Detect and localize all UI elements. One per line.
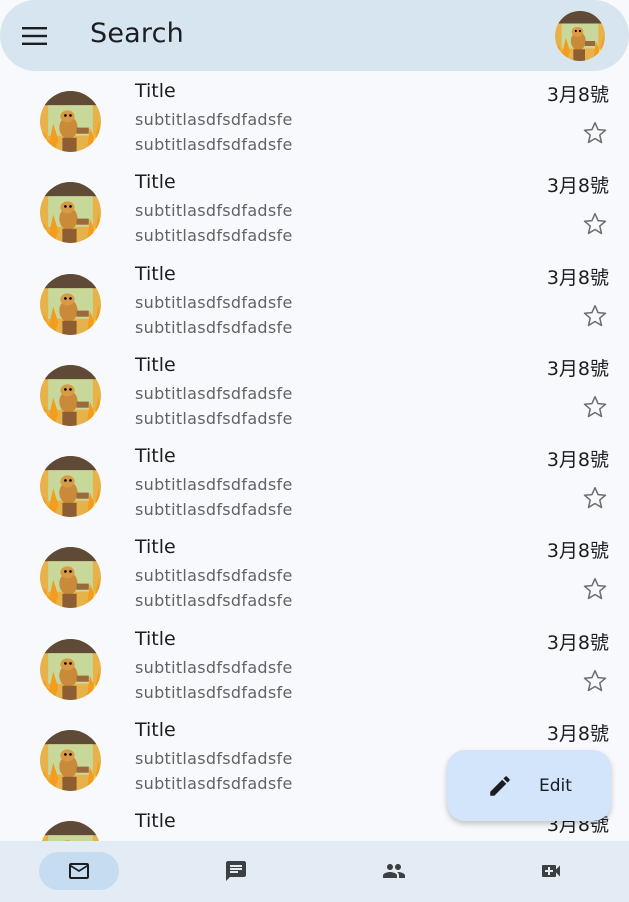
item-title: Title: [135, 171, 176, 194]
item-subtitle: subtitlasdfsdfadsfe: [135, 317, 293, 337]
star-icon[interactable]: [581, 393, 609, 421]
list-item[interactable]: Title subtitlasdfsdfadsfe subtitlasdfsdfad…: [0, 527, 629, 618]
nav-chat[interactable]: [196, 852, 276, 890]
item-avatar: [40, 456, 101, 518]
item-subtitle: subtitlasdfsdfadsfe: [135, 292, 293, 312]
item-subtitle: subtitlasdfsdfadsfe: [135, 383, 293, 403]
list-item[interactable]: Title subtitlasdfsdfadsfe subtitlasdfsdfad…: [0, 345, 629, 436]
item-title: Title: [135, 353, 176, 376]
item-date: 3月8號: [546, 266, 609, 289]
item-title: Title: [135, 719, 176, 742]
item-subtitle: subtitlasdfsdfadsfe: [135, 475, 293, 495]
message-list: Title subtitlasdfsdfadsfe subtitlasdfsdfad…: [0, 71, 629, 841]
search-input[interactable]: Search: [90, 18, 184, 49]
nav-mail[interactable]: [39, 852, 119, 890]
item-date: 3月8號: [546, 357, 609, 380]
star-icon[interactable]: [581, 484, 609, 512]
item-title: Title: [135, 80, 176, 102]
search-bar[interactable]: Search: [0, 0, 629, 71]
item-date: 3月8號: [546, 723, 609, 746]
list-item[interactable]: Title subtitlasdfsdfadsfe subtitlasdfsdfad…: [0, 436, 629, 527]
item-title: Title: [135, 627, 176, 650]
nav-people[interactable]: [354, 852, 434, 890]
people-icon: [383, 864, 405, 878]
item-avatar: [40, 182, 101, 244]
edit-button-label: Edit: [539, 776, 572, 796]
item-title: Title: [135, 445, 176, 468]
pencil-icon: [490, 776, 510, 796]
list-item[interactable]: Title subtitlasdfsdfadsfe subtitlasdfsdfad…: [0, 162, 629, 253]
item-avatar: [40, 638, 101, 700]
menu-icon[interactable]: [22, 26, 48, 46]
item-avatar: [40, 730, 101, 792]
item-avatar: [40, 91, 101, 152]
item-avatar: [40, 273, 101, 335]
mail-icon: [69, 863, 89, 879]
nav-video[interactable]: [511, 852, 591, 890]
item-avatar: [40, 364, 101, 426]
list-item[interactable]: Title subtitlasdfsdfadsfe subtitlasdfsdfad…: [0, 71, 629, 162]
item-subtitle: subtitlasdfsdfadsfe: [135, 408, 293, 428]
item-subtitle: subtitlasdfsdfadsfe: [135, 500, 293, 520]
item-avatar: [40, 547, 101, 609]
item-date: 3月8號: [546, 449, 609, 472]
item-avatar: [40, 821, 101, 841]
star-icon[interactable]: [581, 210, 609, 238]
item-subtitle: subtitlasdfsdfadsfe: [135, 566, 293, 586]
item-subtitle: subtitlasdfsdfadsfe: [135, 749, 293, 769]
item-date: 3月8號: [546, 540, 609, 563]
chat-icon: [226, 861, 246, 881]
list-item[interactable]: Title subtitlasdfsdfadsfe subtitlasdfsdfad…: [0, 254, 629, 345]
bottom-nav: [0, 841, 629, 902]
app-root: Search Title subtitlasdfsdfadsfe subtitl…: [0, 0, 629, 902]
item-title: Title: [135, 810, 176, 833]
item-subtitle: subtitlasdfsdfadsfe: [135, 774, 293, 794]
item-subtitle: subtitlasdfsdfadsfe: [135, 591, 293, 611]
profile-avatar[interactable]: [555, 11, 605, 61]
item-date: 3月8號: [546, 631, 609, 654]
item-subtitle: subtitlasdfsdfadsfe: [135, 110, 293, 129]
star-icon[interactable]: [581, 667, 609, 695]
item-subtitle: subtitlasdfsdfadsfe: [135, 226, 293, 246]
videocam-icon: [542, 865, 560, 877]
list-item[interactable]: Title subtitlasdfsdfadsfe subtitlasdfsdfad…: [0, 619, 629, 710]
item-subtitle: subtitlasdfsdfadsfe: [135, 201, 293, 221]
item-subtitle: subtitlasdfsdfadsfe: [135, 682, 293, 702]
item-title: Title: [135, 536, 176, 559]
item-date: 3月8號: [546, 175, 609, 198]
star-icon[interactable]: [581, 302, 609, 330]
item-title: Title: [135, 262, 176, 285]
item-subtitle: subtitlasdfsdfadsfe: [135, 135, 293, 154]
star-icon[interactable]: [581, 575, 609, 603]
star-icon[interactable]: [581, 119, 609, 147]
item-subtitle: subtitlasdfsdfadsfe: [135, 657, 293, 677]
edit-button[interactable]: Edit: [447, 750, 611, 821]
item-date: 3月8號: [546, 84, 609, 106]
